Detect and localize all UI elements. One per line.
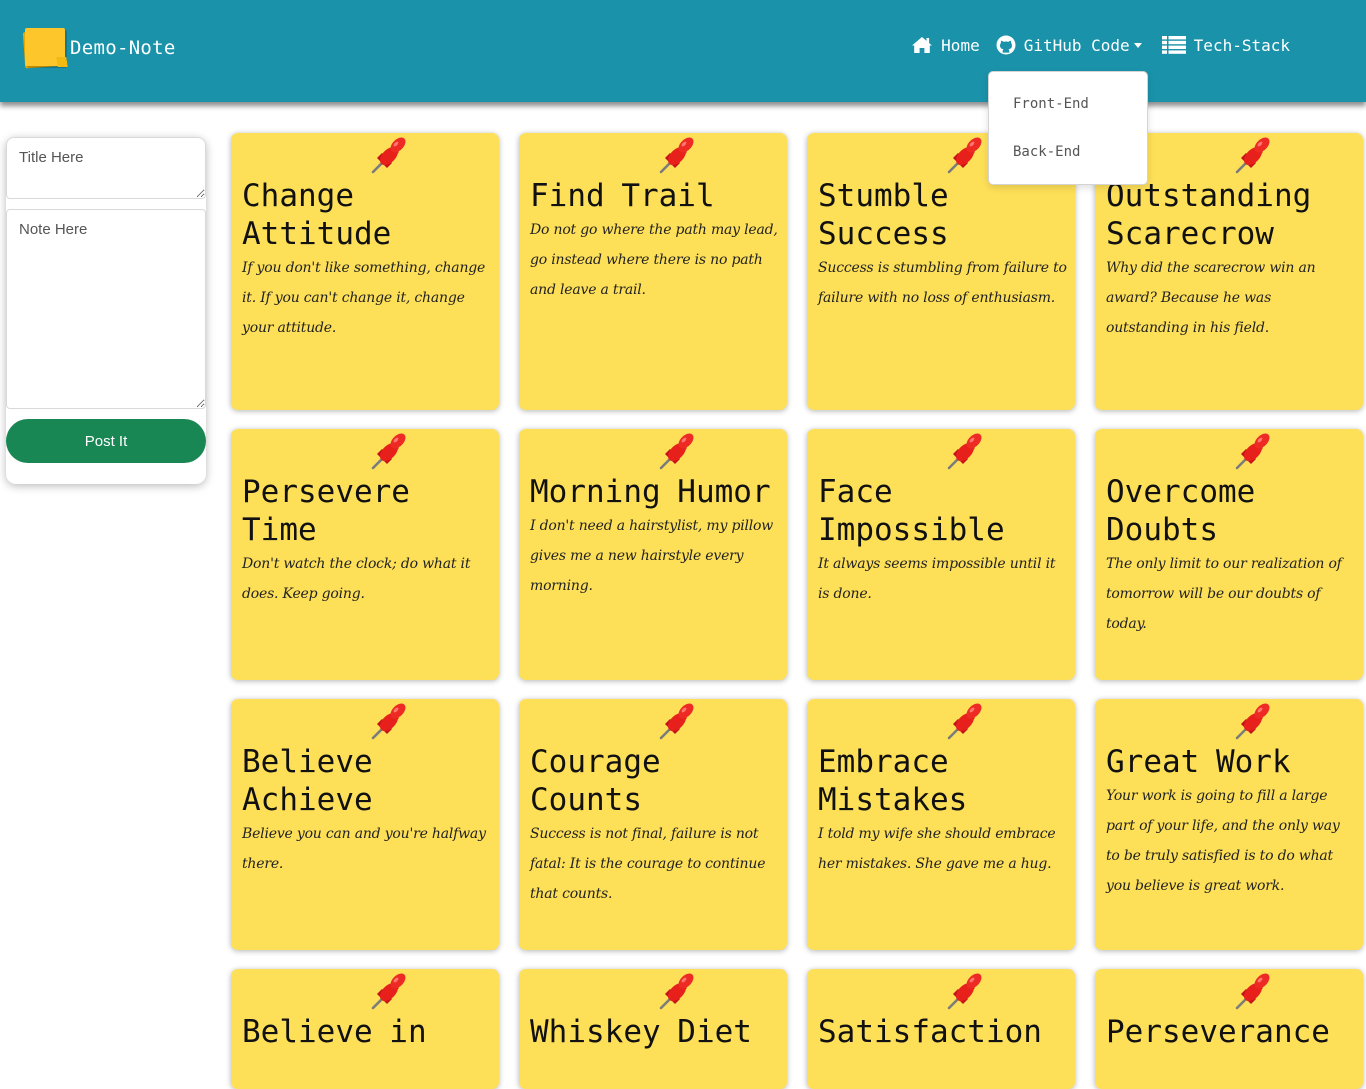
pushpin-icon <box>939 134 987 178</box>
pushpin-icon <box>939 970 987 1014</box>
note-card[interactable]: Great Work Your work is going to fill a l… <box>1095 699 1363 950</box>
note-body: The only limit to our realization of tom… <box>1106 556 1342 632</box>
brand-title: Demo-Note <box>70 37 176 59</box>
nav-tech-stack-label: Tech-Stack <box>1193 35 1290 55</box>
dropdown-item-front-end[interactable]: Front-End <box>989 80 1147 128</box>
note-card[interactable]: Courage Counts Success is not final, fail… <box>519 699 787 950</box>
pushpin-icon <box>1227 700 1275 744</box>
home-icon <box>912 37 933 53</box>
note-title: Whiskey Diet <box>530 1014 752 1050</box>
create-note-form: Post It <box>6 137 206 484</box>
note-card[interactable]: Whiskey Diet <box>519 969 787 1089</box>
nav-links: Home GitHub Code Tech-Stack <box>895 35 1290 55</box>
title-input[interactable] <box>6 137 206 199</box>
nav-github-dropdown-toggle[interactable]: GitHub Code <box>996 35 1142 55</box>
note-title: Persevere Time <box>242 474 410 548</box>
note-body: Don't watch the clock; do what it does. … <box>242 556 471 602</box>
note-body: Success is not final, failure is not fat… <box>530 826 766 902</box>
pushpin-icon <box>363 970 411 1014</box>
note-card[interactable]: Embrace Mistakes I told my wife she shoul… <box>807 699 1075 950</box>
pushpin-icon <box>363 700 411 744</box>
note-body: Why did the scarecrow win an award? Beca… <box>1106 260 1316 336</box>
note-body: Your work is going to fill a large part … <box>1106 788 1340 894</box>
pushpin-icon <box>363 430 411 474</box>
note-title: Face Impossible <box>818 474 1005 548</box>
sticky-note-logo-icon <box>22 27 68 69</box>
note-title: Believe Achieve <box>242 744 373 818</box>
pushpin-icon <box>651 134 699 178</box>
note-title: Find Trail <box>530 178 715 214</box>
pushpin-icon <box>1227 430 1275 474</box>
note-card[interactable]: Believe in <box>231 969 499 1089</box>
pushpin-icon <box>1227 970 1275 1014</box>
note-title: Morning Humor <box>530 474 771 510</box>
note-card[interactable]: Face Impossible It always seems impossibl… <box>807 429 1075 680</box>
pushpin-icon <box>1227 134 1275 178</box>
note-title: Courage Counts <box>530 744 661 818</box>
note-body: Success is stumbling from failure to fai… <box>818 260 1067 306</box>
pushpin-icon <box>651 970 699 1014</box>
note-body: I told my wife she should embrace her mi… <box>818 826 1056 872</box>
note-input[interactable] <box>6 209 206 409</box>
pushpin-icon <box>363 134 411 178</box>
nav-home-label: Home <box>941 35 980 55</box>
note-title: Embrace Mistakes <box>818 744 968 818</box>
note-body: I don't need a hairstylist, my pillow gi… <box>530 518 774 594</box>
note-card[interactable]: Persevere Time Don't watch the clock; do … <box>231 429 499 680</box>
note-card[interactable]: Satisfaction <box>807 969 1075 1089</box>
nav-github-label: GitHub Code <box>1023 35 1130 55</box>
note-body: If you don't like something, change it. … <box>242 260 486 336</box>
note-title: Stumble Success <box>818 178 949 252</box>
pushpin-icon <box>939 700 987 744</box>
note-card[interactable]: Morning Humor I don't need a hairstylist,… <box>519 429 787 680</box>
github-icon <box>996 35 1016 55</box>
note-title: Great Work <box>1106 744 1291 780</box>
note-title: Overcome Doubts <box>1106 474 1256 548</box>
note-body: It always seems impossible until it is d… <box>818 556 1056 602</box>
note-card[interactable]: Find Trail Do not go where the path may l… <box>519 133 787 410</box>
note-title: Satisfaction <box>818 1014 1042 1050</box>
nav-home-link[interactable]: Home <box>911 36 980 55</box>
navbar: Demo-Note Home GitHub Code Tech-Stack <box>0 0 1366 102</box>
post-it-button[interactable]: Post It <box>6 419 206 463</box>
note-card[interactable]: Overcome Doubts The only limit to our rea… <box>1095 429 1363 680</box>
note-card[interactable]: Believe Achieve Believe you can and you'r… <box>231 699 499 950</box>
nav-tech-stack-link[interactable]: Tech-Stack <box>1161 35 1290 55</box>
note-title: Outstanding Scarecrow <box>1106 178 1312 252</box>
note-card[interactable]: Change Attitude If you don't like somethi… <box>231 133 499 410</box>
dropdown-item-back-end[interactable]: Back-End <box>989 128 1147 176</box>
pushpin-icon <box>651 430 699 474</box>
brand[interactable]: Demo-Note <box>22 26 176 70</box>
note-card[interactable]: Perseverance <box>1095 969 1363 1089</box>
note-title: Perseverance <box>1106 1014 1330 1050</box>
caret-down-icon <box>1133 42 1142 48</box>
note-body: Believe you can and you're halfway there… <box>242 826 486 872</box>
list-icon <box>1161 36 1186 54</box>
pushpin-icon <box>651 700 699 744</box>
github-dropdown-menu: Front-End Back-End <box>988 71 1148 185</box>
note-title: Believe in <box>242 1014 427 1050</box>
note-body: Do not go where the path may lead, go in… <box>530 222 778 298</box>
note-title: Change Attitude <box>242 178 392 252</box>
pushpin-icon <box>939 430 987 474</box>
